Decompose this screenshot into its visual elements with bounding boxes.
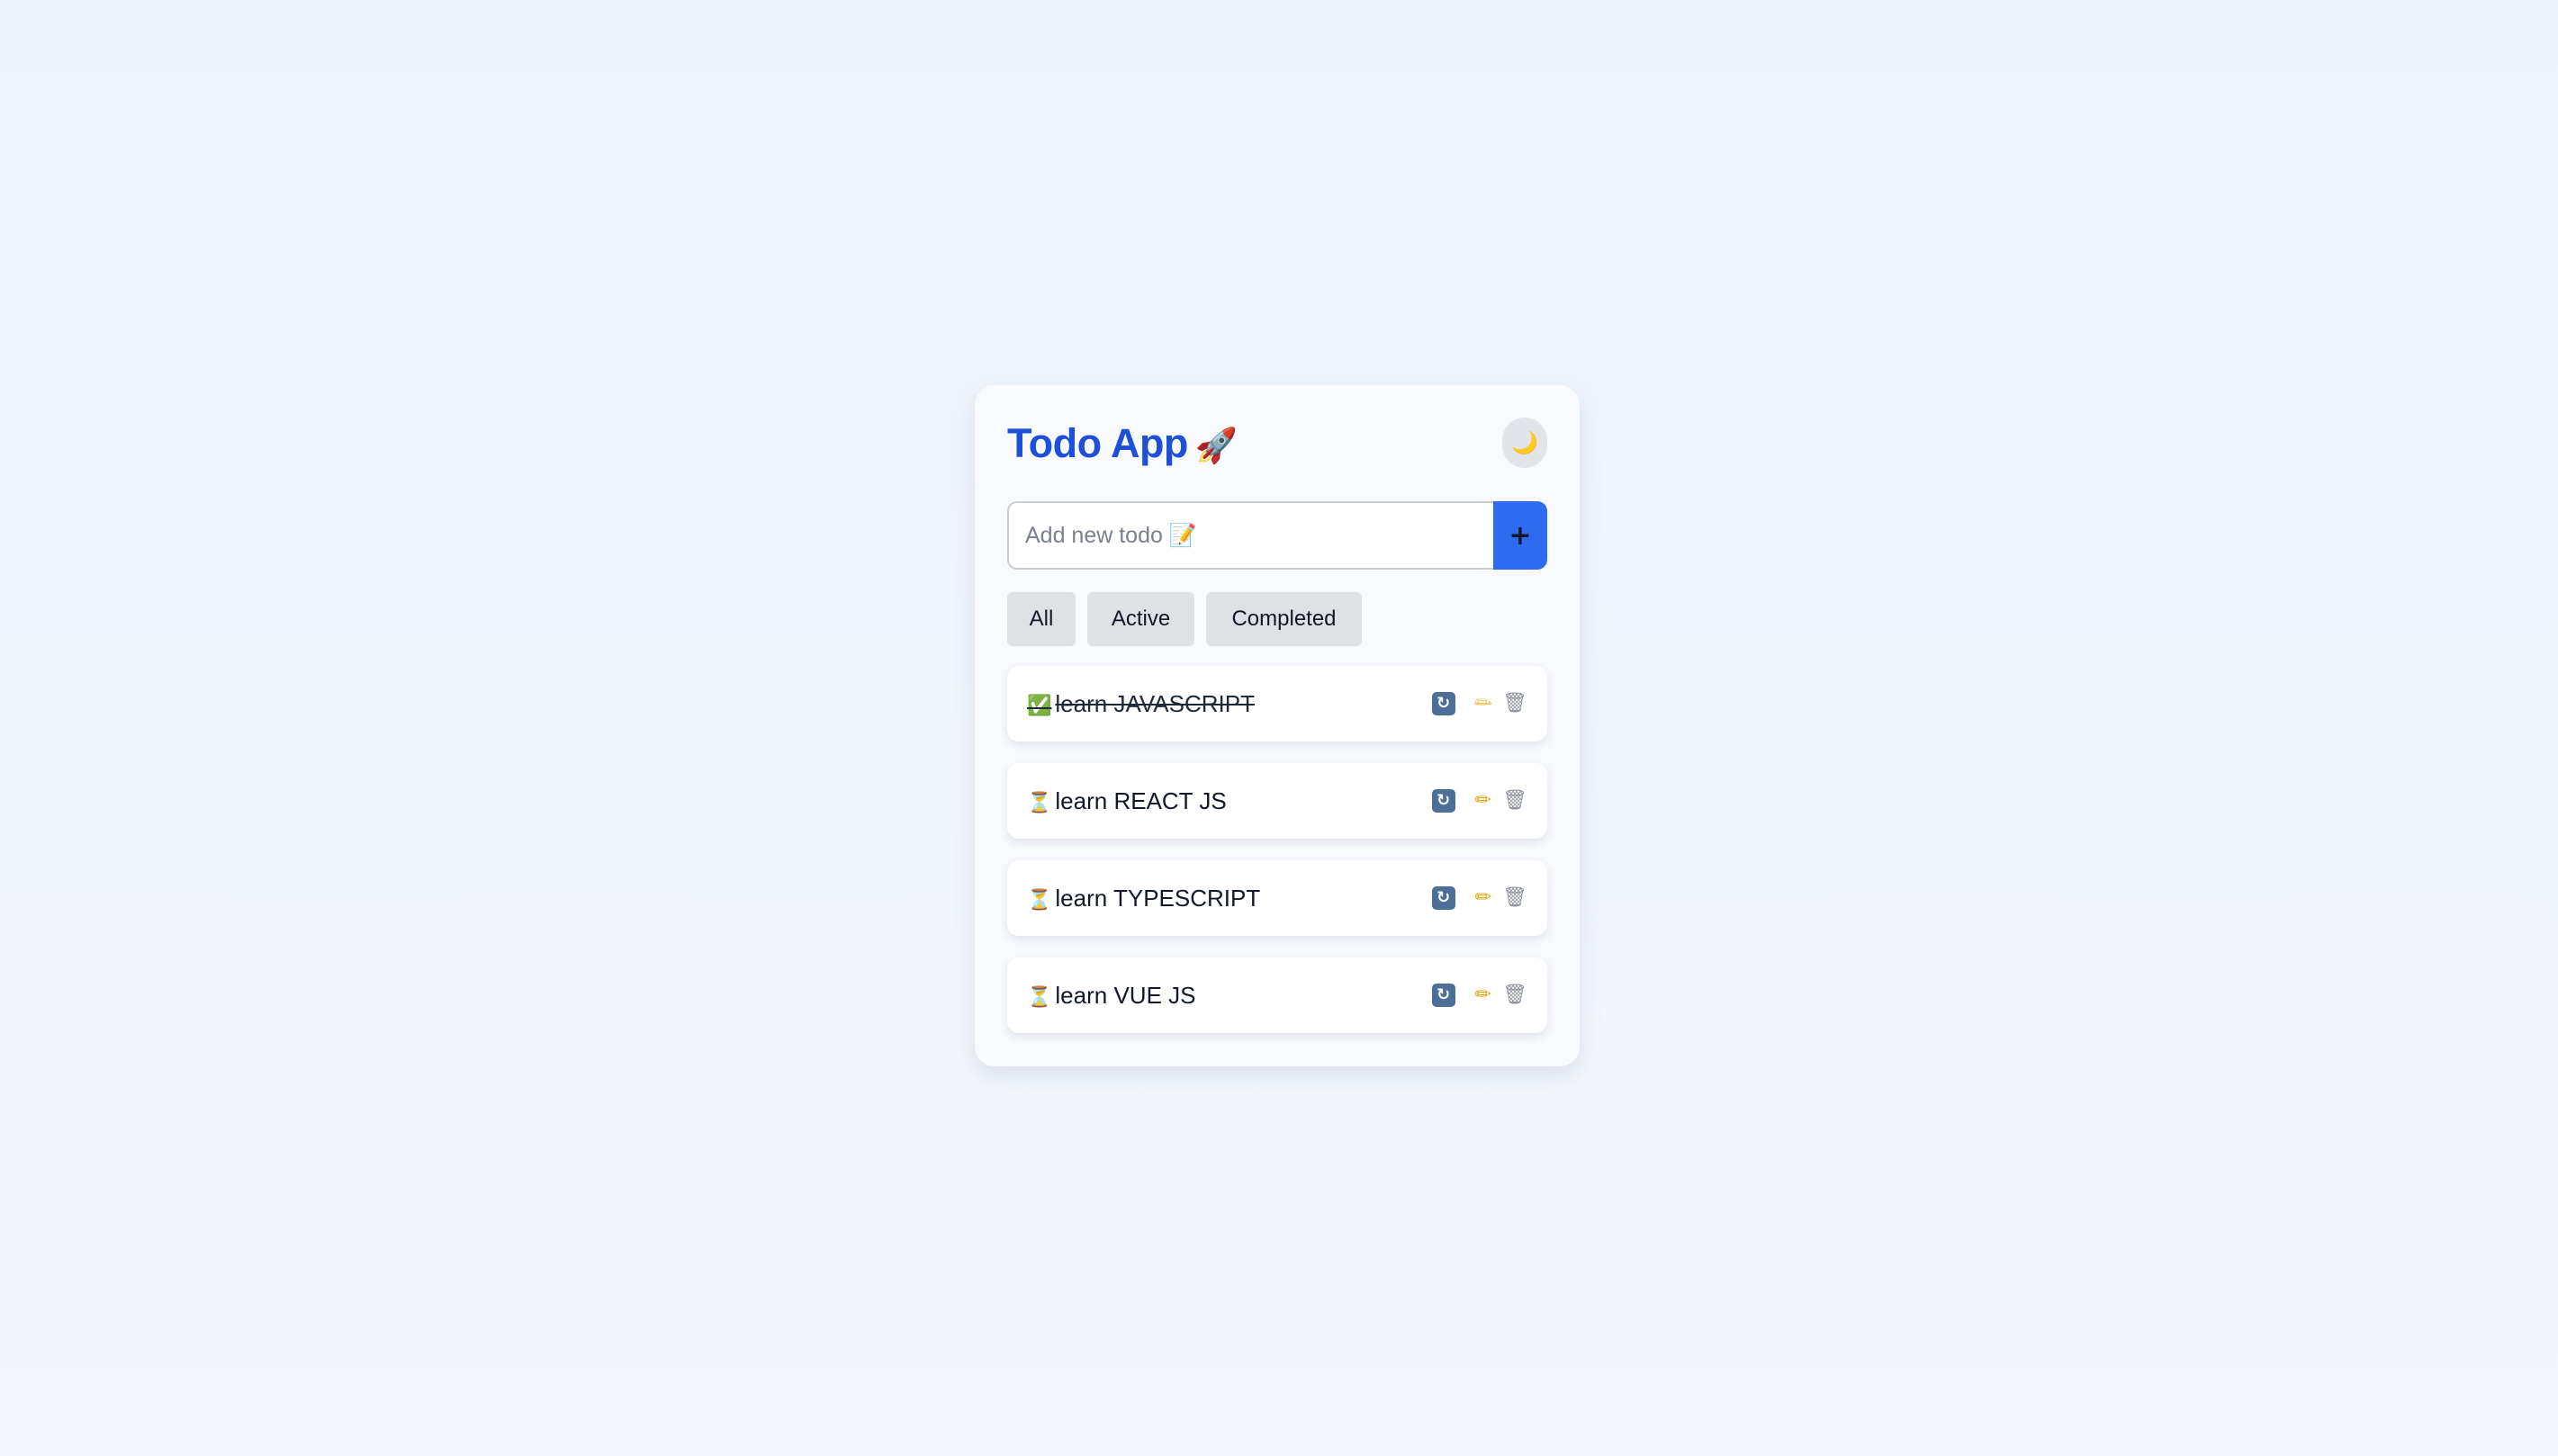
add-todo-form: + bbox=[1007, 501, 1547, 570]
page-title: Todo App 🚀 bbox=[1007, 416, 1238, 472]
hourglass-icon: ⏳ bbox=[1027, 985, 1052, 1008]
rocket-icon: 🚀 bbox=[1194, 427, 1238, 465]
trash-icon[interactable]: 🗑 bbox=[1502, 694, 1527, 714]
todo-text: ⏳ learn REACT JS bbox=[1027, 763, 1227, 839]
todo-text: ⏳ learn VUE JS bbox=[1027, 957, 1195, 1033]
todo-actions: ↻ ✏ 🗑 bbox=[1431, 860, 1527, 936]
pencil-icon[interactable]: ✏ bbox=[1475, 791, 1491, 811]
pencil-icon[interactable]: ✏ bbox=[1475, 985, 1491, 1005]
check-icon: ✅ bbox=[1027, 694, 1052, 716]
todo-label: learn REACT JS bbox=[1055, 787, 1227, 814]
todo-label: learn TYPESCRIPT bbox=[1055, 885, 1261, 912]
todo-list: ✅ learn JAVASCRIPT ↻ ✏ 🗑 ⏳ learn REACT JS … bbox=[1007, 666, 1547, 1055]
refresh-icon[interactable]: ↻ bbox=[1431, 984, 1455, 1007]
hourglass-icon: ⏳ bbox=[1027, 888, 1052, 911]
todo-text: ⏳ learn TYPESCRIPT bbox=[1027, 860, 1260, 936]
filter-active-button[interactable]: Active bbox=[1087, 592, 1194, 646]
app-title-text: Todo App bbox=[1007, 420, 1188, 466]
todo-card: Todo App🚀 🌙 + All Active Completed ✅lear… bbox=[975, 385, 1580, 1066]
refresh-icon[interactable]: ↻ bbox=[1431, 886, 1455, 910]
add-todo-button[interactable]: + bbox=[1493, 501, 1547, 570]
new-todo-input[interactable] bbox=[1007, 501, 1493, 570]
trash-icon[interactable]: 🗑 bbox=[1502, 888, 1527, 908]
trash-icon[interactable]: 🗑 bbox=[1502, 791, 1527, 811]
todo-label: learn VUE JS bbox=[1055, 982, 1196, 1009]
header: Todo App 🚀 🌙 bbox=[1007, 416, 1547, 472]
todo-label: learn JAVASCRIPT bbox=[1055, 690, 1255, 717]
filter-bar: All Active Completed bbox=[1007, 592, 1362, 646]
todo-item: ⏳ learn REACT JS ↻ ✏ 🗑 bbox=[1007, 763, 1547, 839]
todo-item: ✅ learn JAVASCRIPT ↻ ✏ 🗑 bbox=[1007, 666, 1547, 741]
pencil-icon[interactable]: ✏ bbox=[1475, 694, 1491, 714]
filter-all-button[interactable]: All bbox=[1007, 592, 1076, 646]
hourglass-icon: ⏳ bbox=[1027, 791, 1052, 813]
todo-actions: ↻ ✏ 🗑 bbox=[1431, 666, 1527, 741]
refresh-icon[interactable]: ↻ bbox=[1431, 789, 1455, 813]
todo-actions: ↻ ✏ 🗑 bbox=[1431, 763, 1527, 839]
todo-item: ⏳ learn TYPESCRIPT ↻ ✏ 🗑 bbox=[1007, 860, 1547, 936]
todo-item: ⏳ learn VUE JS ↻ ✏ 🗑 bbox=[1007, 957, 1547, 1033]
todo-text: ✅ learn JAVASCRIPT bbox=[1027, 666, 1255, 741]
refresh-icon[interactable]: ↻ bbox=[1431, 692, 1455, 715]
trash-icon[interactable]: 🗑 bbox=[1502, 985, 1527, 1005]
theme-toggle-button[interactable]: 🌙 bbox=[1502, 418, 1547, 468]
filter-completed-button[interactable]: Completed bbox=[1206, 592, 1362, 646]
todo-actions: ↻ ✏ 🗑 bbox=[1431, 957, 1527, 1033]
moon-icon: 🌙 bbox=[1511, 430, 1538, 455]
pencil-icon[interactable]: ✏ bbox=[1475, 888, 1491, 908]
